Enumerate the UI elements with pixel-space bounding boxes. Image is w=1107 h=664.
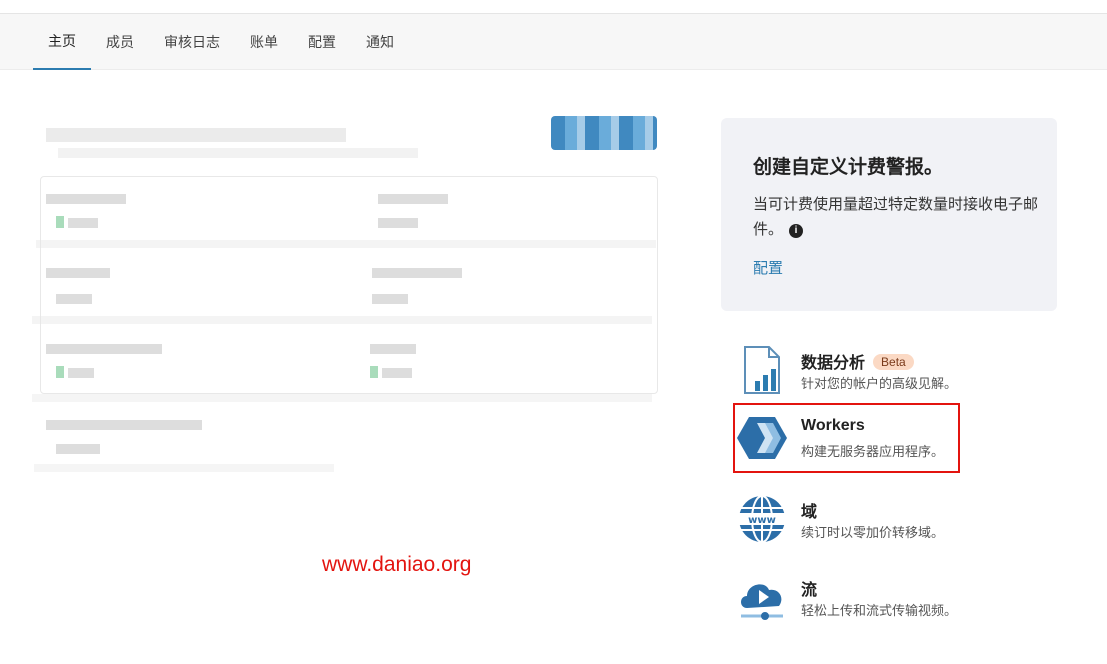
product-title-text: 数据分析 xyxy=(801,355,866,372)
redacted-label xyxy=(46,420,202,430)
tab-notifications[interactable]: 通知 xyxy=(351,14,409,70)
tab-home[interactable]: 主页 xyxy=(33,14,91,70)
product-analytics[interactable]: 数据分析 Beta 针对您的帐户的高级见解。 xyxy=(735,337,959,403)
redacted-label xyxy=(46,194,126,204)
redacted-indicator xyxy=(56,216,64,228)
redacted-value xyxy=(56,444,100,454)
redacted-label xyxy=(46,268,110,278)
redacted-heading xyxy=(46,128,346,142)
redacted-divider xyxy=(34,464,334,472)
tab-configuration[interactable]: 配置 xyxy=(293,14,351,70)
billing-alert-card: 创建自定义计费警报。 当可计费使用量超过特定数量时接收电子邮件。 i 配置 xyxy=(721,118,1057,311)
redacted-content xyxy=(28,110,660,480)
redacted-value xyxy=(372,294,408,304)
redacted-label xyxy=(46,344,162,354)
alert-description: 当可计费使用量超过特定数量时接收电子邮件。 i xyxy=(753,192,1039,242)
redacted-divider xyxy=(36,240,656,248)
redacted-indicator xyxy=(56,366,64,378)
configure-link[interactable]: 配置 xyxy=(753,257,783,278)
product-stream[interactable]: 流 轻松上传和流式传输视频。 xyxy=(735,564,959,630)
beta-badge: Beta xyxy=(873,354,914,370)
redacted-card xyxy=(40,176,658,394)
product-description: 针对您的帐户的高级见解。 xyxy=(801,376,958,391)
globe-www-icon: www xyxy=(739,495,785,543)
redacted-label xyxy=(378,194,448,204)
redacted-label xyxy=(370,344,416,354)
product-description: 续订时以零加价转移域。 xyxy=(801,525,945,540)
redacted-value xyxy=(68,218,98,228)
redacted-indicator xyxy=(370,366,378,378)
cloud-play-icon xyxy=(741,584,783,620)
nav-tabs: 主页 成员 审核日志 账单 配置 通知 xyxy=(33,14,409,70)
product-title: 域 xyxy=(801,504,818,521)
analytics-icon xyxy=(744,346,780,394)
top-bar xyxy=(0,0,1107,14)
highlight-box xyxy=(733,403,960,473)
product-domains[interactable]: www 域 续订时以零加价转移域。 xyxy=(735,486,959,552)
svg-text:www: www xyxy=(748,515,776,526)
product-description: 轻松上传和流式传输视频。 xyxy=(801,603,958,618)
product-title: 数据分析 Beta xyxy=(801,349,914,373)
redacted-value xyxy=(382,368,412,378)
tab-members[interactable]: 成员 xyxy=(91,14,149,70)
alert-title: 创建自定义计费警报。 xyxy=(753,157,944,178)
redacted-value xyxy=(68,368,94,378)
info-icon[interactable]: i xyxy=(789,224,804,238)
redacted-value xyxy=(378,218,418,228)
account-nav: 主页 成员 审核日志 账单 配置 通知 xyxy=(0,14,1107,70)
product-title: 流 xyxy=(801,582,818,599)
redacted-divider xyxy=(32,316,652,324)
redacted-subheading xyxy=(58,148,418,158)
redacted-value xyxy=(56,294,92,304)
redacted-button[interactable] xyxy=(551,116,657,150)
watermark-text: www.daniao.org xyxy=(322,553,472,576)
redacted-label xyxy=(372,268,462,278)
tab-billing[interactable]: 账单 xyxy=(235,14,293,70)
redacted-divider xyxy=(32,394,652,402)
tab-audit-log[interactable]: 审核日志 xyxy=(149,14,235,70)
